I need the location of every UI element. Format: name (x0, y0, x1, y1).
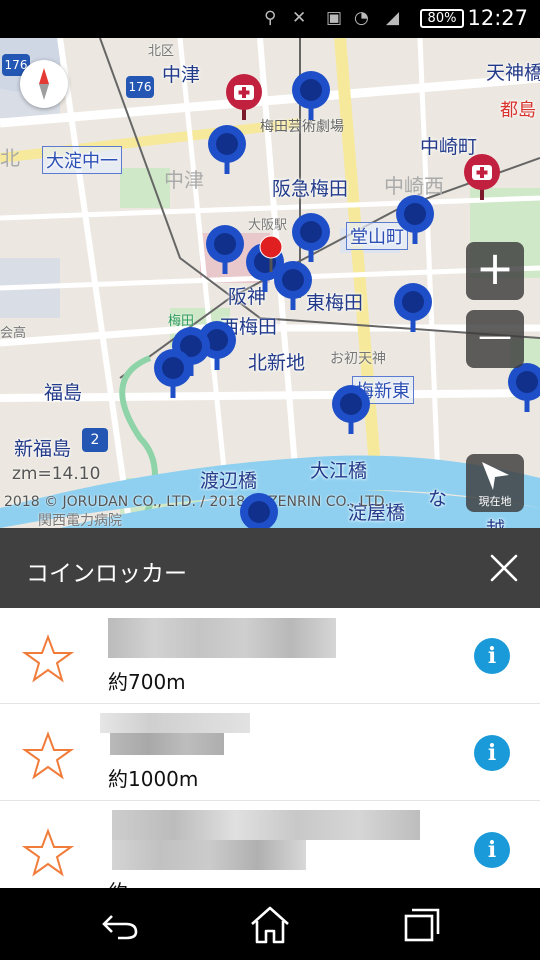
map-label: 中津 (164, 168, 204, 192)
map-label: 新福島 (14, 438, 72, 460)
map-label: 都島 (500, 100, 536, 121)
location-icon: ⚲ (264, 8, 277, 28)
map-label: な (428, 488, 448, 510)
zoom-in-button[interactable]: + (466, 242, 524, 300)
blurred-name (112, 810, 420, 840)
locker-pin[interactable] (152, 348, 194, 400)
map-label: 北区 (148, 44, 175, 59)
distance-text: 約700m (108, 670, 186, 694)
blurred-name (108, 618, 336, 658)
back-icon[interactable] (96, 902, 144, 946)
close-icon[interactable] (484, 548, 524, 588)
map-label: 会高 (0, 326, 27, 341)
locker-pin[interactable] (290, 212, 332, 264)
navigation-bar (0, 888, 540, 960)
map-label: 大阪駅 (248, 218, 288, 233)
info-icon[interactable]: i (474, 638, 510, 674)
locker-pin[interactable] (506, 362, 540, 414)
map-label: お初天神 (330, 351, 386, 367)
navigation-arrow-icon (482, 462, 509, 490)
distance-text: 約1000m (108, 767, 199, 791)
blurred-name (110, 733, 224, 755)
locker-pin[interactable] (392, 282, 434, 334)
locker-pin[interactable] (290, 70, 332, 122)
battery-indicator: 80% (420, 9, 464, 28)
locker-pin[interactable] (206, 124, 248, 176)
current-location-label: 現在地 (478, 495, 512, 508)
map-label: 阪急梅田 (272, 178, 349, 200)
locker-pin[interactable] (204, 224, 246, 276)
list-item[interactable]: 約 i (0, 802, 540, 888)
hospital-marker[interactable] (462, 152, 502, 202)
map-label: 大淀中一 (42, 146, 122, 174)
locker-pin[interactable] (330, 384, 372, 436)
map-label: 北新地 (248, 352, 306, 374)
panel-title: コインロッカー (26, 561, 187, 587)
signal-icon: ◢ (386, 8, 400, 28)
recent-apps-icon[interactable] (398, 902, 446, 946)
route-shield: 176 (126, 76, 154, 98)
favorite-star-icon[interactable] (22, 828, 74, 878)
zoom-out-button[interactable]: — (466, 310, 524, 368)
favorite-star-icon[interactable] (22, 731, 74, 781)
compass-button[interactable] (20, 60, 68, 108)
map-label: 福島 (44, 382, 83, 404)
distance-text: 約 (108, 876, 128, 888)
list-item[interactable]: 約700m i (0, 608, 540, 704)
app-root: ⚲ ✕ ▣ ◔ ◢ 80% 12:27 176 176 2 北区 中津 中津 梅… (0, 0, 540, 960)
map-label: 関西電力病院 (38, 513, 122, 528)
status-bar: ⚲ ✕ ▣ ◔ ◢ 80% 12:27 (0, 0, 540, 38)
locker-list: 約700m i 約1000m i 約 i (0, 608, 540, 888)
home-icon[interactable] (246, 902, 294, 946)
sim-icon: ▣ (326, 8, 343, 28)
map-copyright: 2018 © JORUDAN CO., LTD. / 2018 © ZENRIN… (4, 494, 389, 510)
nfc-off-icon: ✕ (292, 8, 307, 28)
list-item[interactable]: 約1000m i (0, 705, 540, 801)
map-label: 大江橋 (310, 460, 368, 482)
current-location-button[interactable]: 現在地 (466, 454, 524, 512)
current-position-marker (259, 235, 283, 272)
favorite-star-icon[interactable] (22, 634, 74, 684)
info-icon[interactable]: i (474, 735, 510, 771)
blurred-name (100, 713, 250, 733)
hospital-marker[interactable] (224, 72, 264, 122)
compass-icon (39, 68, 49, 100)
wifi-icon: ◔ (354, 8, 369, 28)
map-label: 東梅田 (306, 292, 364, 314)
map-label: 中津 (162, 64, 201, 86)
map-label: 天神橋 (486, 62, 540, 84)
locker-pin[interactable] (394, 194, 436, 246)
zoom-level-text: zm=14.10 (12, 464, 101, 484)
panel-header: コインロッカー (0, 528, 540, 608)
map-label: 越 (486, 514, 505, 528)
route-shield: 2 (82, 428, 108, 452)
status-time: 12:27 (467, 6, 528, 30)
info-icon[interactable]: i (474, 832, 510, 868)
map-view[interactable]: 176 176 2 北区 中津 中津 梅田芸術劇場 阪急梅田 大阪駅 堂山町 阪… (0, 38, 540, 528)
blurred-name (112, 840, 306, 870)
locker-pin[interactable] (238, 492, 280, 528)
map-label: 北 (0, 146, 20, 170)
map-label: 渡辺橋 (200, 470, 258, 492)
